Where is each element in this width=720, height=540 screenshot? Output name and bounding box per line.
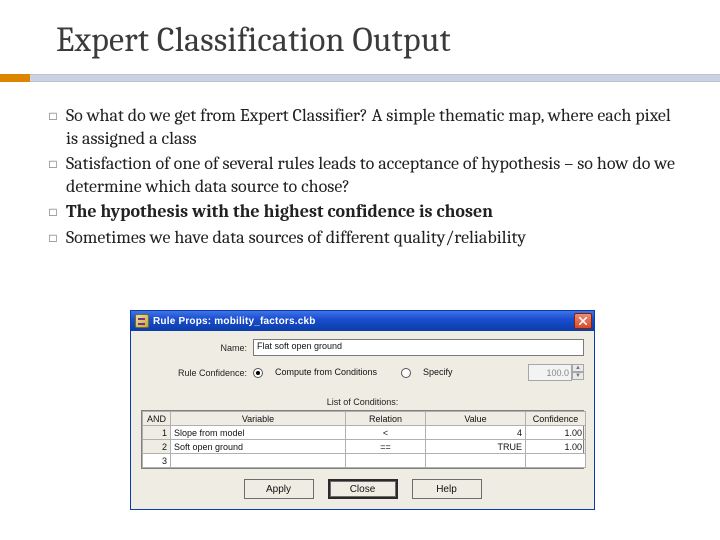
bullet-text: Satisfaction of one of several rules lea… bbox=[66, 152, 680, 198]
col-value[interactable]: Value bbox=[426, 412, 526, 426]
chevron-up-icon[interactable]: ▲ bbox=[572, 364, 584, 372]
cell-value[interactable]: 4 bbox=[426, 426, 526, 440]
cell-confidence[interactable]: 1.00 bbox=[526, 426, 586, 440]
radio-icon bbox=[253, 368, 263, 378]
name-label: Name: bbox=[141, 343, 253, 353]
bullet-marker: □ bbox=[40, 104, 66, 150]
dialog-button-bar: Apply Close Help bbox=[131, 473, 594, 509]
radio-compute[interactable]: Compute from Conditions bbox=[253, 367, 389, 378]
cell-confidence[interactable]: 1.00 bbox=[526, 440, 586, 454]
bullet-marker: □ bbox=[40, 226, 66, 250]
radio-icon bbox=[401, 368, 411, 378]
close-button-bottom[interactable]: Close bbox=[328, 479, 398, 499]
bullet-text: So what do we get from Expert Classifier… bbox=[66, 104, 680, 150]
list-item: □ So what do we get from Expert Classifi… bbox=[40, 104, 680, 150]
spinner-arrows[interactable]: ▲▼ bbox=[572, 364, 584, 381]
slide-title: Expert Classification Output bbox=[56, 20, 720, 60]
cell-value[interactable]: TRUE bbox=[426, 440, 526, 454]
help-button[interactable]: Help bbox=[412, 479, 482, 499]
radio-compute-label: Compute from Conditions bbox=[275, 367, 377, 377]
cell-relation[interactable]: < bbox=[346, 426, 426, 440]
cell-confidence[interactable] bbox=[526, 454, 586, 468]
grid-header-row: AND Variable Relation Value Confidence bbox=[143, 412, 586, 426]
bullet-text: The hypothesis with the highest confiden… bbox=[66, 200, 680, 224]
row-number: 3 bbox=[143, 454, 171, 468]
conditions-grid[interactable]: AND Variable Relation Value Confidence 1… bbox=[141, 410, 584, 469]
cell-relation[interactable] bbox=[346, 454, 426, 468]
table-row[interactable]: 2 Soft open ground == TRUE 1.00 bbox=[143, 440, 586, 454]
bullet-text: Sometimes we have data sources of differ… bbox=[66, 226, 680, 250]
close-button[interactable] bbox=[574, 313, 592, 329]
specify-spinner[interactable]: ▲▼ bbox=[528, 364, 584, 381]
cell-relation[interactable]: == bbox=[346, 440, 426, 454]
col-and[interactable]: AND bbox=[143, 412, 171, 426]
col-relation[interactable]: Relation bbox=[346, 412, 426, 426]
cell-variable[interactable]: Slope from model bbox=[171, 426, 346, 440]
table-row[interactable]: 1 Slope from model < 4 1.00 bbox=[143, 426, 586, 440]
dialog-title: Rule Props: mobility_factors.ckb bbox=[153, 316, 574, 327]
rule-props-dialog: Rule Props: mobility_factors.ckb Name: F… bbox=[130, 310, 595, 510]
title-rule bbox=[0, 74, 720, 82]
radio-specify-label: Specify bbox=[423, 367, 453, 377]
col-confidence[interactable]: Confidence bbox=[526, 412, 586, 426]
bullet-marker: □ bbox=[40, 200, 66, 224]
confidence-label: Rule Confidence: bbox=[141, 368, 253, 378]
row-number: 1 bbox=[143, 426, 171, 440]
specify-value-input[interactable] bbox=[528, 364, 572, 381]
conditions-list-label: List of Conditions: bbox=[131, 397, 594, 407]
list-item: □ Sometimes we have data sources of diff… bbox=[40, 226, 680, 250]
radio-specify[interactable]: Specify bbox=[401, 367, 465, 378]
bullet-list: □ So what do we get from Expert Classifi… bbox=[0, 82, 720, 250]
bullet-marker: □ bbox=[40, 152, 66, 198]
col-variable[interactable]: Variable bbox=[171, 412, 346, 426]
slide-title-block: Expert Classification Output bbox=[0, 0, 720, 60]
cell-value[interactable] bbox=[426, 454, 526, 468]
app-icon bbox=[135, 314, 149, 328]
list-item: □ The hypothesis with the highest confid… bbox=[40, 200, 680, 224]
list-item: □ Satisfaction of one of several rules l… bbox=[40, 152, 680, 198]
cell-variable[interactable] bbox=[171, 454, 346, 468]
close-icon bbox=[579, 317, 587, 325]
apply-button[interactable]: Apply bbox=[244, 479, 314, 499]
cell-variable[interactable]: Soft open ground bbox=[171, 440, 346, 454]
table-row[interactable]: 3 bbox=[143, 454, 586, 468]
chevron-down-icon[interactable]: ▼ bbox=[572, 372, 584, 380]
rule-line bbox=[30, 74, 720, 82]
confidence-radiogroup: Compute from Conditions Specify ▲▼ bbox=[253, 364, 584, 381]
rule-accent bbox=[0, 74, 30, 82]
dialog-titlebar[interactable]: Rule Props: mobility_factors.ckb bbox=[131, 311, 594, 331]
name-input[interactable]: Flat soft open ground bbox=[253, 339, 584, 356]
row-number: 2 bbox=[143, 440, 171, 454]
